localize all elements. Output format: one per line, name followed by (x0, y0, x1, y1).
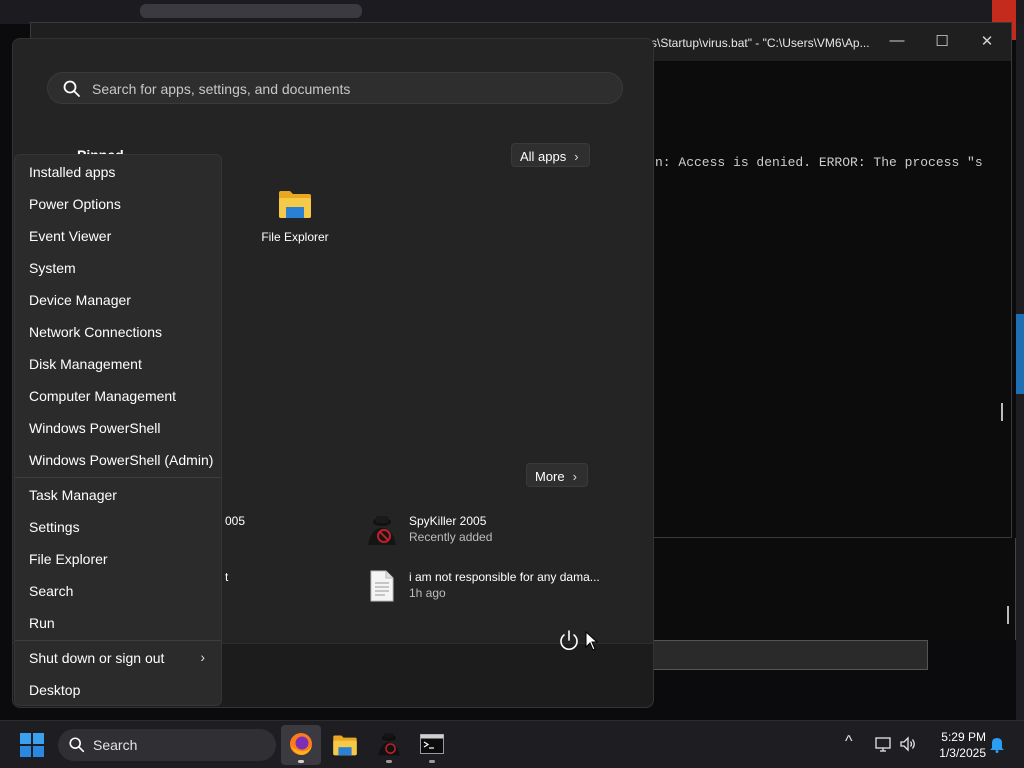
menu-item-event-viewer[interactable]: Event Viewer (29, 228, 111, 244)
menu-item-windows-powershell[interactable]: Windows PowerShell (29, 420, 161, 436)
terminal-icon (420, 734, 444, 754)
folder-icon (279, 191, 311, 218)
menu-item-windows-powershell-admin[interactable]: Windows PowerShell (Admin) (29, 452, 213, 468)
taskbar-app-firefox[interactable] (281, 725, 321, 765)
maximize-button[interactable]: ☐ (928, 32, 956, 50)
pinned-app-file-explorer[interactable]: File Explorer (247, 189, 343, 244)
recommended-name: i am not responsible for any dama... (409, 570, 600, 584)
spykiller-icon (378, 733, 400, 756)
clock-time: 5:29 PM (941, 730, 986, 744)
background-window-edge (1016, 24, 1024, 724)
more-button[interactable]: More › (526, 463, 588, 487)
windows-start-icon[interactable] (14, 731, 50, 759)
console-output: n: Access is denied. ERROR: The process … (655, 155, 983, 170)
start-search-box[interactable]: Search for apps, settings, and documents (47, 72, 623, 104)
menu-item-power-options[interactable]: Power Options (29, 196, 121, 212)
menu-item-settings[interactable]: Settings (29, 519, 80, 535)
recommended-item-fragment[interactable]: 005 (225, 514, 245, 528)
power-icon[interactable] (556, 628, 582, 654)
recommended-name: SpyKiller 2005 (409, 514, 487, 528)
menu-item-desktop[interactable]: Desktop (29, 682, 80, 698)
quick-link-menu: Installed apps Power Options Event Viewe… (14, 154, 222, 706)
menu-item-disk-management[interactable]: Disk Management (29, 356, 142, 372)
file-explorer-icon (333, 735, 357, 756)
menu-item-search[interactable]: Search (29, 583, 73, 599)
recommended-sub: 1h ago (409, 586, 446, 600)
background-scrollbar[interactable] (1007, 606, 1009, 624)
background-window-titlebar (0, 0, 1024, 24)
pinned-app-label: File Explorer (261, 230, 329, 244)
console-title: s\Startup\virus.bat" - "C:\Users\VM6\Ap.… (651, 36, 870, 50)
taskbar-search-placeholder: Search (93, 737, 138, 753)
volume-icon[interactable] (899, 735, 917, 753)
menu-item-computer-management[interactable]: Computer Management (29, 388, 176, 404)
running-indicator (298, 760, 304, 763)
menu-item-task-manager[interactable]: Task Manager (29, 487, 117, 503)
more-label: More (535, 469, 565, 484)
recommended-item-fragment[interactable]: t (225, 570, 228, 584)
clock-date: 1/3/2025 (939, 746, 986, 760)
network-icon[interactable] (874, 735, 892, 753)
recommended-sub: Recently added (409, 530, 493, 544)
menu-item-file-explorer[interactable]: File Explorer (29, 551, 108, 567)
menu-item-installed-apps[interactable]: Installed apps (29, 164, 115, 180)
start-search-placeholder: Search for apps, settings, and documents (92, 81, 351, 97)
all-apps-button[interactable]: All apps › (511, 143, 590, 167)
taskbar-app-terminal[interactable] (412, 725, 452, 765)
menu-item-network-connections[interactable]: Network Connections (29, 324, 162, 340)
search-icon (63, 80, 80, 97)
close-button[interactable]: ✕ (973, 32, 1001, 50)
running-indicator (386, 760, 392, 763)
mouse-cursor-icon (585, 631, 599, 651)
background-console (640, 538, 1016, 640)
all-apps-label: All apps (520, 149, 567, 164)
background-window (640, 640, 928, 670)
recommended-item-spykiller[interactable]: SpyKiller 2005 Recently added (365, 514, 615, 550)
menu-item-device-manager[interactable]: Device Manager (29, 292, 131, 308)
background-accent (1016, 314, 1024, 394)
console-scrollbar[interactable] (1001, 403, 1003, 421)
chevron-right-icon: › (200, 649, 205, 665)
taskbar-app-spykiller[interactable] (369, 725, 409, 765)
spy-icon (368, 516, 396, 545)
menu-separator (15, 477, 221, 478)
taskbar-clock[interactable]: 5:29 PM 1/3/2025 (926, 729, 986, 761)
taskbar-app-file-explorer[interactable] (325, 725, 365, 765)
notification-bell-icon[interactable] (989, 735, 1005, 753)
tray-overflow-chevron-icon[interactable]: ^ (845, 733, 853, 751)
running-indicator (429, 760, 435, 763)
background-tab (140, 4, 362, 18)
minimize-button[interactable]: — (883, 32, 911, 49)
menu-item-run[interactable]: Run (29, 615, 55, 631)
recommended-item-document[interactable]: i am not responsible for any dama... 1h … (365, 570, 625, 606)
taskbar: Search ^ 5:29 PM 1/3/2025 (0, 720, 1024, 768)
chevron-right-icon: › (572, 469, 577, 484)
firefox-icon (290, 733, 312, 755)
menu-item-system[interactable]: System (29, 260, 76, 276)
taskbar-search-box[interactable]: Search (58, 729, 276, 761)
search-icon (69, 737, 85, 753)
document-icon (370, 570, 394, 602)
menu-separator (15, 640, 221, 641)
menu-item-shut-down[interactable]: Shut down or sign out (29, 650, 164, 666)
chevron-right-icon: › (574, 149, 579, 164)
